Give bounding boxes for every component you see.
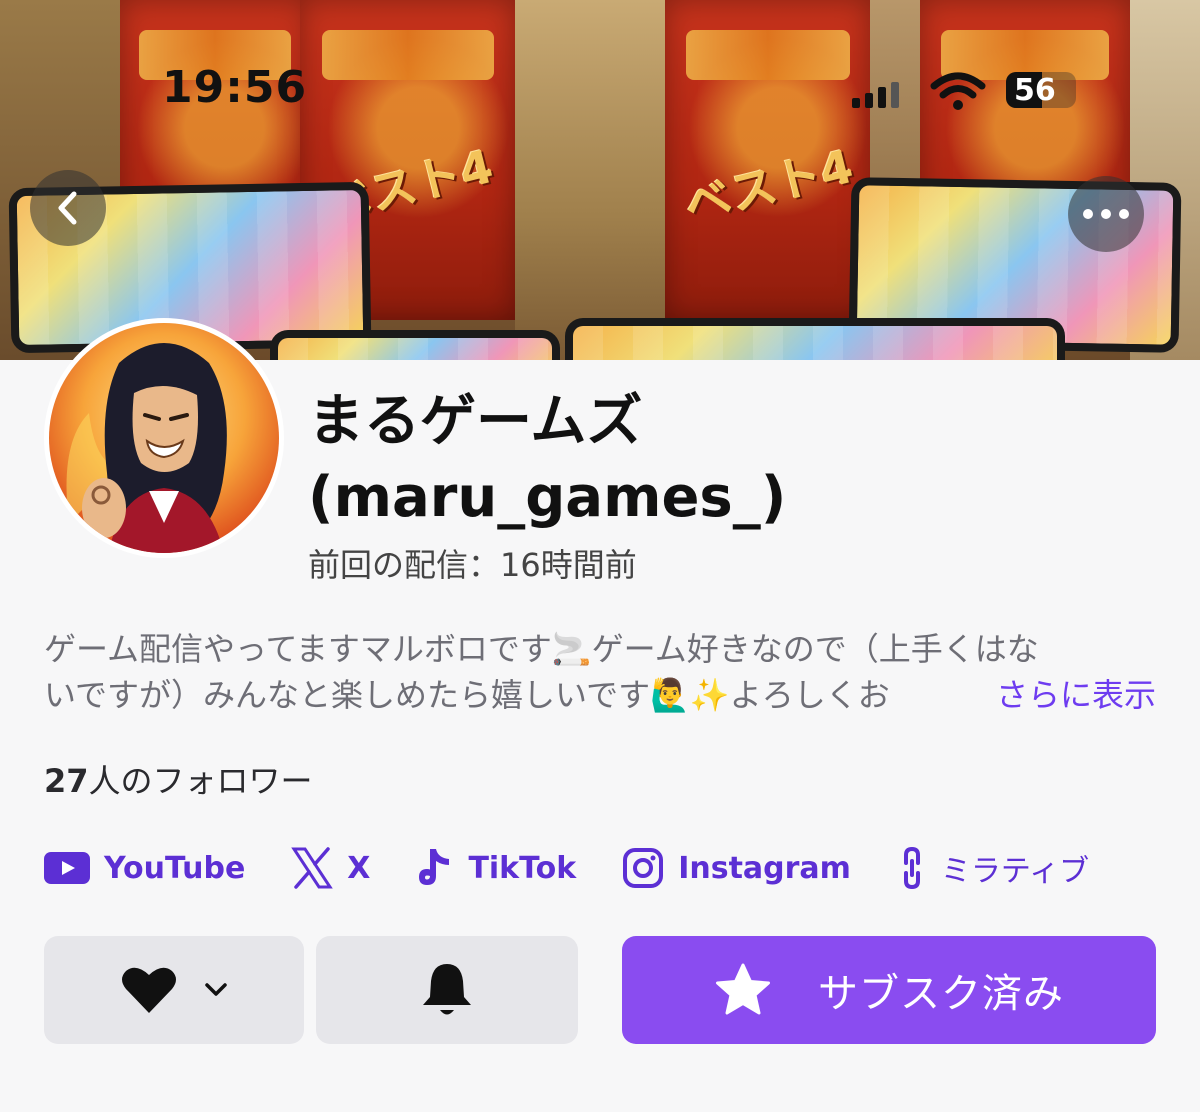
banner-flag: ベスト4	[665, 0, 870, 320]
social-link-youtube[interactable]: YouTube	[44, 851, 245, 886]
channel-banner: ベスト4 ベスト4 19:56 56	[0, 0, 1200, 360]
last-stream-time: 前回の配信：16時間前	[308, 546, 637, 584]
social-label: YouTube	[104, 850, 246, 886]
avatar-image	[49, 323, 279, 553]
more-options-button[interactable]	[1068, 176, 1144, 252]
followers-label: 人のフォロワー	[88, 762, 313, 800]
followers-count[interactable]: 27人のフォロワー	[44, 756, 313, 802]
channel-bio: ゲーム配信やってますマルボロです🚬ゲーム好きなので（上手くはな いですが）みんな…	[44, 626, 1156, 718]
subscribed-button[interactable]: サブスク済み	[622, 936, 1156, 1044]
star-icon	[716, 963, 770, 1015]
follow-button[interactable]	[44, 936, 304, 1044]
banner-phone	[270, 330, 560, 360]
bio-line: いですが）みんなと楽しめたら嬉しいです🙋‍♂️✨よろしくお	[44, 676, 890, 714]
followers-number: 27	[44, 762, 89, 800]
banner-phone	[565, 318, 1065, 360]
bio-line-row: いですが）みんなと楽しめたら嬉しいです🙋‍♂️✨よろしくお さらに表示	[44, 672, 1156, 718]
social-link-instagram[interactable]: Instagram	[622, 847, 851, 889]
login-name: (maru_games_)	[308, 465, 787, 530]
subscribed-label: サブスク済み	[818, 971, 1064, 1017]
cellular-signal-icon	[852, 82, 900, 108]
social-link-x[interactable]: X	[291, 846, 370, 890]
link-icon	[903, 846, 920, 890]
avatar[interactable]	[44, 318, 284, 558]
social-label: ミラティブ	[940, 854, 1090, 889]
social-links: YouTube X TikTok Instagram ミラティブ	[44, 840, 1135, 896]
more-dots-icon	[1083, 209, 1129, 219]
status-time: 19:56	[162, 62, 308, 113]
battery-icon: 56	[1006, 72, 1076, 108]
social-link-mirrativ[interactable]: ミラティブ	[897, 845, 1089, 891]
x-logo-icon	[291, 847, 334, 889]
back-button[interactable]	[30, 170, 106, 246]
notifications-button[interactable]	[316, 936, 578, 1044]
heart-icon	[122, 967, 176, 1013]
wifi-icon	[930, 72, 986, 110]
social-link-tiktok[interactable]: TikTok	[416, 847, 576, 889]
channel-name: まるゲームズ (maru_games_)	[308, 384, 908, 536]
youtube-icon	[44, 852, 90, 884]
social-label: Instagram	[678, 850, 851, 886]
bell-icon	[423, 964, 471, 1015]
social-label: TikTok	[468, 850, 577, 886]
show-more-link[interactable]: さらに表示	[989, 672, 1156, 718]
battery-level: 56	[1014, 73, 1056, 108]
chevron-down-icon	[205, 983, 227, 996]
chevron-left-icon	[58, 191, 77, 225]
bio-line: ゲーム配信やってますマルボロです🚬ゲーム好きなので（上手くはな	[44, 630, 1039, 668]
social-label: X	[347, 850, 371, 886]
display-name: まるゲームズ	[308, 389, 643, 454]
tiktok-icon	[419, 849, 450, 885]
instagram-icon	[623, 848, 664, 888]
